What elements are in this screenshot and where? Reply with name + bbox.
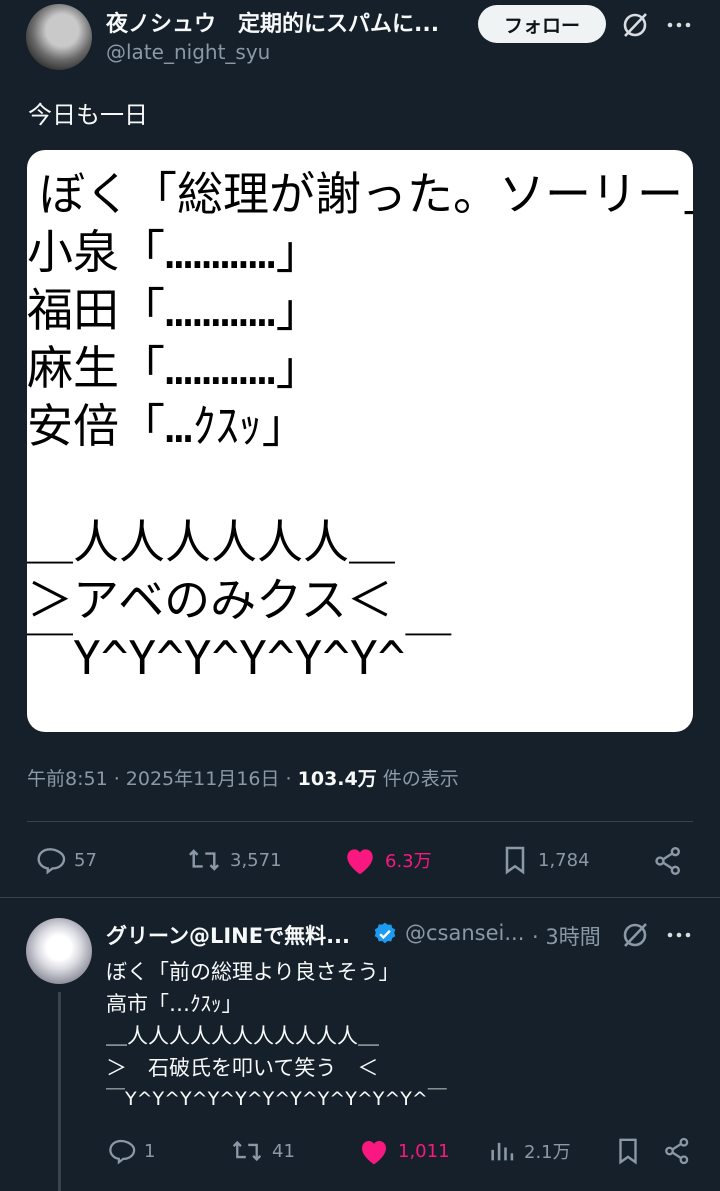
like-button[interactable]: 1,011 bbox=[358, 1136, 450, 1166]
author-avatar[interactable] bbox=[26, 4, 92, 70]
reply-text-line: ぼく「前の総理より良さそう」 bbox=[106, 960, 400, 984]
reply-author-avatar[interactable] bbox=[26, 918, 92, 984]
share-button[interactable] bbox=[652, 845, 684, 881]
grok-icon[interactable] bbox=[620, 10, 650, 44]
views-count: 2.1万 bbox=[524, 1142, 571, 1163]
tweet-timestamp[interactable]: 午前8:51 · 2025年11月16日 · bbox=[27, 768, 298, 790]
more-options-icon[interactable] bbox=[666, 922, 692, 952]
divider bbox=[0, 897, 720, 898]
retweet-count: 41 bbox=[272, 1140, 295, 1162]
tweet-image[interactable]: ぼく「総理が謝った。ソーリー」 小泉「…………」 福田「…………」 麻生「………… bbox=[27, 150, 693, 732]
image-text-line: 小泉「…………」 bbox=[27, 225, 322, 279]
reply-text-line: ＿人人人人人人人人人人人＿ bbox=[106, 1024, 379, 1048]
thread-line bbox=[58, 992, 61, 1191]
retweet-count: 3,571 bbox=[230, 849, 282, 871]
author-name[interactable]: 夜ノシュウ 定期的にスパムに... bbox=[106, 6, 466, 38]
view-count: 103.4万 bbox=[297, 768, 377, 790]
reply-icon bbox=[37, 848, 66, 875]
image-text-line: 安倍「…ｸｽｯ」 bbox=[27, 399, 308, 453]
like-button[interactable]: 6.3万 bbox=[343, 844, 432, 876]
like-count: 1,011 bbox=[398, 1140, 450, 1162]
image-text-line: ￣Y^Y^Y^Y^Y^Y^￣ bbox=[27, 631, 452, 685]
reply-text-line: ￣Y^Y^Y^Y^Y^Y^Y^Y^Y^Y^Y^￣ bbox=[106, 1088, 447, 1110]
reply-button[interactable]: 1 bbox=[106, 1136, 155, 1166]
retweet-icon bbox=[232, 1140, 262, 1162]
heart-icon bbox=[347, 849, 373, 875]
author-handle[interactable]: @late_night_syu bbox=[106, 40, 270, 64]
reply-button[interactable]: 57 bbox=[34, 844, 97, 876]
follow-button[interactable]: フォロー bbox=[478, 5, 606, 43]
bar-chart-icon bbox=[491, 1142, 514, 1161]
reply-count: 57 bbox=[74, 849, 97, 871]
image-text-line: ＞アベのみクス＜ bbox=[27, 573, 393, 627]
heart-icon bbox=[362, 1141, 386, 1165]
share-icon bbox=[655, 847, 680, 875]
reply-count: 1 bbox=[144, 1140, 156, 1162]
image-text-line: 福田「…………」 bbox=[27, 283, 322, 337]
tweet-meta: 午前8:51 · 2025年11月16日 · 103.4万 件の表示 bbox=[27, 764, 459, 791]
like-count: 6.3万 bbox=[385, 851, 432, 872]
view-label: 件の表示 bbox=[376, 768, 459, 790]
image-text-line: ぼく「総理が謝った。ソーリー」 bbox=[39, 167, 693, 221]
bookmark-button[interactable]: 1,784 bbox=[500, 844, 590, 876]
retweet-button[interactable]: 3,571 bbox=[186, 844, 282, 876]
grok-icon[interactable] bbox=[620, 920, 650, 954]
bookmark-button[interactable] bbox=[614, 1136, 642, 1170]
bookmark-icon bbox=[505, 846, 525, 875]
share-icon bbox=[665, 1137, 689, 1165]
share-button[interactable] bbox=[662, 1136, 692, 1170]
image-text-line: 麻生「…………」 bbox=[27, 341, 322, 395]
verified-badge-icon bbox=[372, 921, 398, 947]
reply-icon bbox=[109, 1139, 136, 1165]
reply-timestamp[interactable]: · 3時間 bbox=[532, 921, 601, 951]
divider bbox=[27, 821, 693, 822]
bookmark-icon bbox=[619, 1138, 637, 1165]
reply-text-line: 高市「…ｸｽｯ」 bbox=[106, 992, 243, 1016]
retweet-icon bbox=[188, 849, 220, 871]
bookmark-count: 1,784 bbox=[538, 849, 590, 871]
retweet-button[interactable]: 41 bbox=[230, 1136, 295, 1166]
reply-author-handle[interactable]: @csansei... bbox=[405, 921, 524, 945]
image-text-line: ＿人人人人人人＿ bbox=[27, 515, 395, 569]
tweet-text: 今日も一日 bbox=[28, 101, 148, 129]
views-button[interactable]: 2.1万 bbox=[488, 1136, 571, 1166]
reply-text-line: ＞ 石破氏を叩いて笑う ＜ bbox=[106, 1056, 379, 1080]
more-options-icon[interactable] bbox=[666, 12, 692, 42]
reply-author-name[interactable]: グリーン@LINEで無料... bbox=[106, 920, 366, 950]
